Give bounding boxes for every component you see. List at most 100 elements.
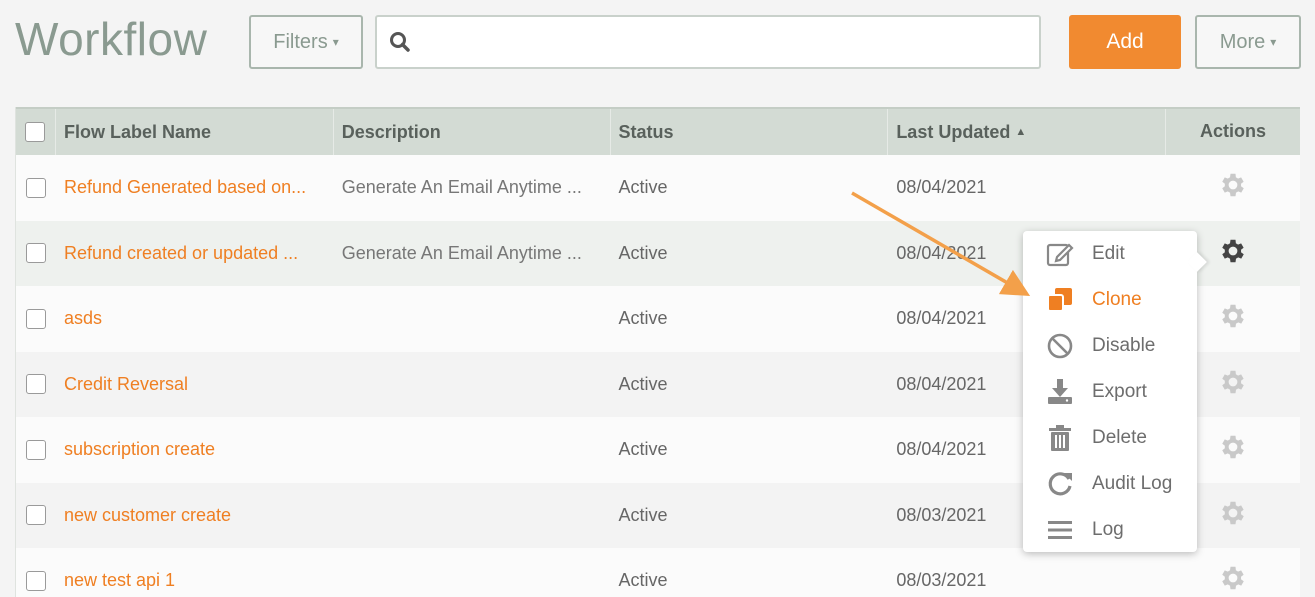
description-cell bbox=[334, 548, 611, 597]
flow-name-link[interactable]: Credit Reversal bbox=[64, 374, 188, 395]
more-label: More bbox=[1219, 30, 1266, 53]
page-title: Workflow bbox=[15, 13, 208, 65]
flow-name-link[interactable]: new test api 1 bbox=[64, 570, 175, 591]
actions-dropdown-menu: Edit Clone Disable Export Delete Audit L… bbox=[1023, 231, 1197, 552]
description-cell bbox=[334, 483, 611, 549]
table-row[interactable]: Refund Generated based on... Generate An… bbox=[16, 155, 1300, 221]
row-checkbox[interactable] bbox=[25, 505, 46, 526]
column-header-last-updated[interactable]: Last Updated ▲ bbox=[888, 109, 1167, 155]
last-updated-cell: 08/03/2021 bbox=[888, 548, 1166, 597]
column-header-description[interactable]: Description bbox=[334, 109, 611, 155]
status-cell: Active bbox=[611, 286, 889, 352]
disable-icon bbox=[1045, 331, 1075, 361]
last-updated-text: 08/04/2021 bbox=[896, 373, 987, 394]
description-cell: Generate An Email Anytime ... bbox=[334, 221, 611, 287]
status-cell: Active bbox=[611, 352, 889, 418]
menu-item-label: Edit bbox=[1092, 243, 1125, 264]
row-select bbox=[16, 417, 56, 483]
row-checkbox[interactable] bbox=[25, 374, 46, 395]
select-all-checkbox[interactable] bbox=[25, 122, 46, 142]
gear-icon[interactable] bbox=[1218, 236, 1248, 271]
add-button[interactable]: Add bbox=[1069, 15, 1181, 69]
flow-name-link[interactable]: Refund Generated based on... bbox=[64, 177, 306, 198]
menu-item-log[interactable]: Log bbox=[1023, 507, 1197, 553]
description-cell: Generate An Email Anytime ... bbox=[334, 155, 611, 221]
filters-label: Filters bbox=[273, 30, 328, 53]
menu-item-audit-log[interactable]: Audit Log bbox=[1023, 461, 1197, 507]
row-select bbox=[16, 483, 56, 549]
last-updated-text: 08/04/2021 bbox=[896, 177, 987, 198]
status-cell: Active bbox=[611, 483, 889, 549]
list-icon bbox=[1045, 515, 1075, 545]
column-header-status[interactable]: Status bbox=[611, 109, 889, 155]
gear-icon[interactable] bbox=[1218, 367, 1248, 402]
menu-item-clone[interactable]: Clone bbox=[1023, 277, 1197, 323]
menu-item-label: Export bbox=[1092, 381, 1147, 402]
status-cell: Active bbox=[611, 417, 889, 483]
last-updated-text: 08/04/2021 bbox=[896, 242, 987, 263]
table-row[interactable]: new test api 1 Active 08/03/2021 bbox=[16, 548, 1300, 597]
last-updated-cell: 08/04/2021 bbox=[888, 155, 1166, 221]
row-select bbox=[16, 352, 56, 418]
last-updated-text: 08/04/2021 bbox=[896, 439, 987, 460]
more-button[interactable]: More ▾ bbox=[1195, 15, 1301, 69]
status-text: Active bbox=[618, 373, 668, 394]
description-cell bbox=[334, 286, 611, 352]
flow-name-cell: Refund created or updated ... bbox=[56, 221, 334, 287]
flow-name-link[interactable]: new customer create bbox=[64, 505, 231, 526]
last-updated-text: 08/03/2021 bbox=[896, 570, 987, 591]
menu-item-label: Clone bbox=[1092, 289, 1142, 310]
flow-name-cell: new test api 1 bbox=[56, 548, 334, 597]
gear-icon[interactable] bbox=[1218, 301, 1248, 336]
row-select bbox=[16, 548, 56, 597]
column-header-name[interactable]: Flow Label Name bbox=[56, 109, 334, 155]
status-text: Active bbox=[618, 570, 668, 591]
caret-down-icon: ▾ bbox=[1270, 35, 1277, 49]
last-updated-text: 08/04/2021 bbox=[896, 308, 987, 329]
actions-cell bbox=[1166, 548, 1300, 597]
menu-item-delete[interactable]: Delete bbox=[1023, 415, 1197, 461]
search-box[interactable] bbox=[375, 15, 1041, 69]
filters-button[interactable]: Filters ▾ bbox=[249, 15, 363, 69]
flow-name-cell: new customer create bbox=[56, 483, 334, 549]
last-updated-text: 08/03/2021 bbox=[896, 504, 987, 525]
description-text: Generate An Email Anytime ... bbox=[341, 177, 582, 198]
gear-icon[interactable] bbox=[1218, 498, 1248, 533]
row-checkbox[interactable] bbox=[25, 177, 46, 198]
menu-item-edit[interactable]: Edit bbox=[1023, 231, 1197, 277]
flow-name-link[interactable]: Refund created or updated ... bbox=[64, 243, 298, 264]
flow-name-cell: subscription create bbox=[56, 417, 334, 483]
header-select-all bbox=[16, 109, 56, 155]
search-icon bbox=[389, 31, 411, 58]
menu-item-label: Log bbox=[1092, 519, 1124, 540]
row-checkbox[interactable] bbox=[25, 439, 46, 460]
column-header-actions: Actions bbox=[1200, 121, 1267, 141]
export-icon bbox=[1045, 377, 1075, 407]
clone-icon bbox=[1045, 285, 1075, 315]
gear-icon[interactable] bbox=[1218, 432, 1248, 467]
status-text: Active bbox=[618, 308, 668, 329]
description-cell bbox=[334, 417, 611, 483]
gear-icon[interactable] bbox=[1218, 563, 1248, 597]
gear-icon[interactable] bbox=[1218, 170, 1248, 205]
status-text: Active bbox=[618, 242, 668, 263]
row-checkbox[interactable] bbox=[25, 308, 46, 329]
row-checkbox[interactable] bbox=[25, 243, 46, 264]
flow-name-cell: Refund Generated based on... bbox=[56, 155, 334, 221]
status-text: Active bbox=[618, 177, 668, 198]
trash-icon bbox=[1045, 423, 1075, 453]
refresh-icon bbox=[1045, 469, 1075, 499]
column-header-last-updated-label: Last Updated bbox=[896, 121, 1011, 142]
menu-item-export[interactable]: Export bbox=[1023, 369, 1197, 415]
row-checkbox[interactable] bbox=[25, 570, 46, 591]
description-text: Generate An Email Anytime ... bbox=[341, 242, 582, 263]
menu-item-label: Audit Log bbox=[1092, 473, 1173, 494]
menu-item-disable[interactable]: Disable bbox=[1023, 323, 1197, 369]
flow-name-link[interactable]: asds bbox=[64, 308, 102, 329]
actions-cell bbox=[1166, 155, 1300, 221]
flow-name-link[interactable]: subscription create bbox=[64, 439, 215, 460]
status-text: Active bbox=[618, 504, 668, 525]
search-input[interactable] bbox=[423, 23, 1023, 61]
status-cell: Active bbox=[611, 548, 889, 597]
status-text: Active bbox=[618, 439, 668, 460]
